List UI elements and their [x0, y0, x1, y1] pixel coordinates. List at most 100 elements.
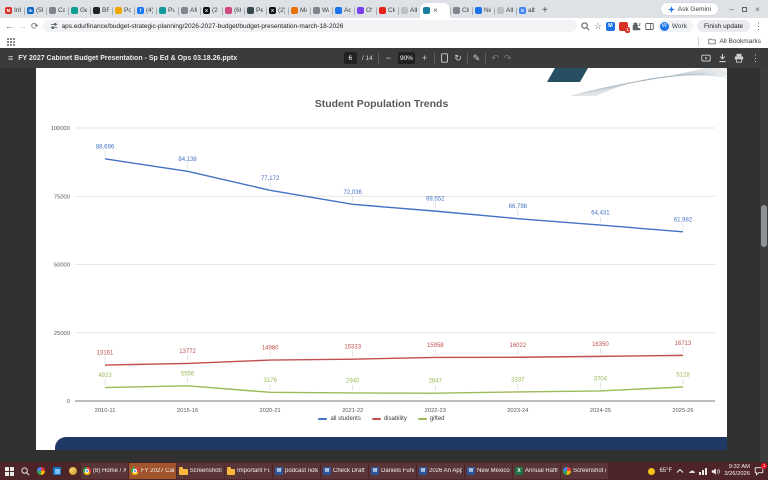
taskbar-button[interactable]: WCheck Draft T...: [321, 463, 368, 479]
pdf-content-area[interactable]: Student Population Trends 02500050000750…: [0, 68, 768, 462]
zoom-level-input[interactable]: 90%: [398, 52, 415, 64]
download-icon[interactable]: [718, 53, 727, 63]
x-tick-label: 2024-25: [590, 408, 611, 414]
extension-red-icon[interactable]: 1: [619, 22, 628, 31]
taskbar-button[interactable]: WNew Mexico ...: [465, 463, 512, 479]
pdf-scrollbar[interactable]: [760, 68, 768, 462]
present-icon[interactable]: [701, 54, 711, 63]
browser-tab[interactable]: Alb: [494, 3, 516, 18]
browser-tab[interactable]: Afr: [178, 3, 200, 18]
back-button[interactable]: ←: [5, 22, 14, 31]
pinned-app-photos[interactable]: [33, 462, 49, 480]
taskbar-button[interactable]: Important Fi...: [225, 463, 272, 479]
tab-favicon: X: [203, 7, 210, 14]
apps-grid-icon[interactable]: [7, 38, 9, 40]
pinned-app-store[interactable]: [49, 462, 65, 480]
site-settings-icon[interactable]: [50, 22, 58, 30]
tab-favicon: M: [5, 7, 12, 14]
annotate-pen-icon[interactable]: ✎: [473, 54, 481, 63]
pinned-app-gold[interactable]: [65, 462, 81, 480]
active-tab[interactable]: ×: [420, 3, 450, 18]
undo-icon[interactable]: ↶: [491, 54, 499, 63]
minimize-button[interactable]: –: [725, 3, 738, 16]
fit-page-icon[interactable]: [440, 53, 449, 63]
data-label: 64,431: [591, 211, 610, 217]
taskbar-search-button[interactable]: [17, 462, 33, 480]
profile-chip[interactable]: W Work: [658, 20, 693, 32]
finish-update-button[interactable]: Finish update: [697, 20, 750, 32]
print-icon[interactable]: [734, 53, 744, 63]
browser-tab[interactable]: Pe: [244, 3, 266, 18]
browser-tab[interactable]: Ge: [68, 3, 90, 18]
browser-tab[interactable]: f(4): [134, 3, 156, 18]
monitor-icon: [53, 467, 61, 475]
pdf-more-icon[interactable]: ⋮: [751, 54, 760, 63]
clock[interactable]: 9:32 AM 3/26/2026: [724, 464, 750, 477]
maximize-button[interactable]: [738, 3, 751, 16]
taskbar-button[interactable]: WDaniels Fund...: [369, 463, 416, 479]
taskbar-button[interactable]: W2026 An Appr...: [417, 463, 464, 479]
network-icon[interactable]: [699, 467, 707, 475]
zoom-page-icon[interactable]: [581, 22, 590, 31]
tab-label: Po: [124, 7, 131, 14]
browser-tab[interactable]: Cit: [450, 3, 472, 18]
browser-tab[interactable]: (66: [222, 3, 244, 18]
page-number-input[interactable]: 6: [344, 52, 357, 64]
tray-chevron-up-icon[interactable]: [676, 468, 684, 474]
browser-tab[interactable]: Pu: [156, 3, 178, 18]
action-center-button[interactable]: 1: [754, 466, 764, 476]
extension-m-icon[interactable]: M: [606, 22, 615, 31]
browser-tab[interactable]: X(2): [266, 3, 288, 18]
browser-tab[interactable]: Ad: [332, 3, 354, 18]
browser-tab[interactable]: MInb: [2, 3, 24, 18]
browser-menu-button[interactable]: ⋮: [754, 22, 763, 31]
browser-tab[interactable]: O'S: [354, 3, 376, 18]
new-tab-button[interactable]: +: [542, 6, 548, 16]
pdf-scrollbar-thumb[interactable]: [761, 205, 767, 247]
all-bookmarks-button[interactable]: All Bookmarks: [698, 37, 761, 46]
reload-button[interactable]: ⟳: [31, 22, 39, 31]
extensions-puzzle-icon[interactable]: [632, 22, 641, 31]
zoom-out-button[interactable]: −: [384, 53, 393, 63]
redo-icon[interactable]: ↷: [504, 54, 512, 63]
zoom-in-button[interactable]: +: [420, 53, 429, 63]
series-line: [105, 386, 683, 393]
pdf-menu-icon[interactable]: ≡: [8, 54, 13, 63]
browser-tab[interactable]: Cal: [46, 3, 68, 18]
ask-gemini-button[interactable]: Ask Gemini: [660, 2, 719, 16]
address-bar[interactable]: aps.edu/finance/budget-strategic-plannin…: [43, 20, 577, 32]
taskbar-button[interactable]: FY 2027 Cabi...: [129, 463, 176, 479]
weather-temperature[interactable]: 65°F: [659, 468, 672, 474]
volume-icon[interactable]: [711, 467, 720, 476]
browser-tab[interactable]: Alb: [398, 3, 420, 18]
bookmark-star-icon[interactable]: ☆: [594, 22, 602, 31]
start-button[interactable]: [1, 462, 17, 480]
word-icon: W: [371, 467, 379, 475]
tab-favicon: G: [519, 7, 526, 14]
tab-label: (2): [278, 7, 285, 14]
browser-tab[interactable]: Wa: [310, 3, 332, 18]
taskbar-button[interactable]: XAnnual Raffl...: [513, 463, 560, 479]
weather-icon[interactable]: [648, 468, 655, 475]
close-button[interactable]: ×: [751, 3, 764, 16]
browser-tab[interactable]: Clo: [376, 3, 398, 18]
tab-favicon: [497, 7, 504, 14]
onedrive-cloud-icon[interactable]: ☁: [688, 468, 695, 475]
tab-close-icon[interactable]: ×: [433, 7, 438, 15]
forward-button[interactable]: →: [18, 22, 27, 31]
taskbar-button[interactable]: Wpodcast note...: [273, 463, 320, 479]
browser-tab[interactable]: Galb: [516, 3, 538, 18]
taskbar-button[interactable]: Screenshot (...: [561, 463, 608, 479]
browser-tab[interactable]: X(2: [200, 3, 222, 18]
browser-tab[interactable]: BR: [90, 3, 112, 18]
side-panel-icon[interactable]: [645, 22, 654, 31]
rotate-icon[interactable]: ↻: [454, 54, 462, 63]
taskbar-button[interactable]: Screenshots: [177, 463, 224, 479]
tab-label: Cal: [58, 7, 65, 14]
browser-tab[interactable]: MA: [288, 3, 310, 18]
taskbar-button[interactable]: (8) Home / X...: [81, 463, 128, 479]
browser-tab[interactable]: in(5R: [24, 3, 46, 18]
browser-tab[interactable]: Po: [112, 3, 134, 18]
browser-tab[interactable]: Ne: [472, 3, 494, 18]
finish-update-label: Finish update: [704, 23, 743, 30]
